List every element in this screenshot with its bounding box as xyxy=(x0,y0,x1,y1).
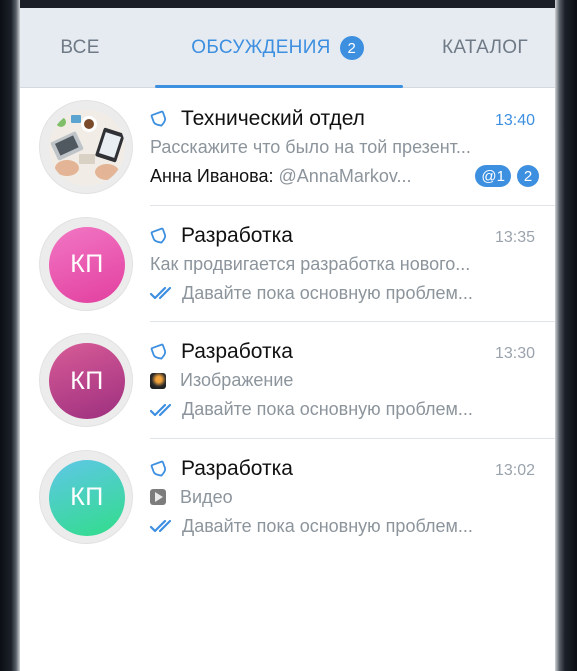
chat-row-development-3[interactable]: КП Разработка 13:02 Видео Давайте пока о… xyxy=(20,439,555,556)
chat-preview: Расскажите что было на той презент... xyxy=(150,137,535,158)
chat-screen: ВСЕ ОБСУЖДЕНИЯ 2 КАТАЛОГ Технический отд… xyxy=(20,8,555,671)
chat-title: Разработка xyxy=(181,223,293,247)
avatar-ring: КП xyxy=(39,449,133,544)
double-check-icon xyxy=(150,403,172,416)
chat-last-message: Анна Иванова: @AnnaMarkov... xyxy=(150,166,459,187)
device-frame-right xyxy=(555,0,577,671)
chat-title: Технический отдел xyxy=(181,107,365,130)
chat-preview: Видео xyxy=(150,487,535,508)
tab-discussions-badge: 2 xyxy=(339,36,364,60)
chat-preview-text: Видео xyxy=(180,486,233,507)
avatar-initials: КП xyxy=(49,226,125,303)
tab-discussions-label: ОБСУЖДЕНИЯ xyxy=(191,37,331,58)
chat-preview-text: Как продвигается разработка нового... xyxy=(150,253,471,274)
tab-all[interactable]: ВСЕ xyxy=(20,8,140,88)
tab-catalog-label: КАТАЛОГ xyxy=(442,37,528,58)
unread-count-badge: 2 xyxy=(517,165,539,187)
message-sender: Анна Иванова: xyxy=(150,166,274,186)
chat-list: Технический отдел 13:40 Расскажите что б… xyxy=(20,89,555,555)
chat-last-message: Давайте пока основную проблем... xyxy=(150,516,535,537)
photo-desk-icon xyxy=(49,110,125,186)
image-thumbnail-icon xyxy=(150,372,166,389)
avatar-initials: КП xyxy=(49,343,125,419)
chat-last-message: Давайте пока основную проблем... xyxy=(150,399,535,420)
chat-preview: Изображение xyxy=(150,370,535,391)
double-check-icon xyxy=(150,519,172,533)
chat-preview-text: Изображение xyxy=(180,370,294,390)
video-thumbnail-icon xyxy=(150,489,166,505)
chat-row-development-1[interactable]: КП Разработка 13:35 Как продвигается раз… xyxy=(20,206,555,322)
tab-bar: ВСЕ ОБСУЖДЕНИЯ 2 КАТАЛОГ xyxy=(20,8,555,88)
device-frame-top xyxy=(20,0,555,8)
double-check-icon xyxy=(150,286,172,300)
tab-all-label: ВСЕ xyxy=(60,37,100,58)
chat-last-message: Давайте пока основную проблем... xyxy=(150,283,535,304)
avatar-ring xyxy=(39,100,133,194)
avatar-ring: КП xyxy=(39,216,133,311)
chat-title-line: Разработка xyxy=(150,339,535,365)
chat-title: Разработка xyxy=(181,456,293,480)
group-chat-icon xyxy=(150,460,167,477)
chat-time: 13:02 xyxy=(494,461,535,479)
chat-time: 13:30 xyxy=(494,345,535,362)
last-message-text: Давайте пока основную проблем... xyxy=(182,282,473,303)
group-chat-icon xyxy=(150,343,167,360)
active-tab-indicator xyxy=(155,85,403,88)
mention-badge: @1 xyxy=(475,165,511,187)
last-message-text: @AnnaMarkov... xyxy=(278,166,412,186)
chat-title: Разработка xyxy=(181,340,293,363)
group-chat-icon xyxy=(150,227,167,244)
chat-time: 13:35 xyxy=(494,228,535,246)
avatar-photo xyxy=(49,110,125,186)
chat-title-line: Разработка xyxy=(150,456,535,482)
last-message-text: Давайте пока основную проблем... xyxy=(182,515,473,536)
last-message-text: Давайте пока основную проблем... xyxy=(182,399,473,419)
tab-catalog[interactable]: КАТАЛОГ xyxy=(415,8,555,88)
chat-title-line: Технический отдел xyxy=(150,106,535,132)
chat-row-tech-dept[interactable]: Технический отдел 13:40 Расскажите что б… xyxy=(20,89,555,206)
chat-preview: Как продвигается разработка нового... xyxy=(150,254,535,275)
chat-preview-text: Расскажите что было на той презент... xyxy=(150,137,471,157)
chat-row-development-2[interactable]: КП Разработка 13:30 Изображение Давайте … xyxy=(20,322,555,439)
group-chat-icon xyxy=(150,110,167,127)
chat-title-line: Разработка xyxy=(150,223,535,249)
chat-time: 13:40 xyxy=(494,112,535,129)
tab-discussions[interactable]: ОБСУЖДЕНИЯ 2 xyxy=(150,8,405,88)
avatar-ring: КП xyxy=(39,333,133,427)
device-frame-left xyxy=(0,0,20,671)
avatar-initials: КП xyxy=(49,459,125,536)
